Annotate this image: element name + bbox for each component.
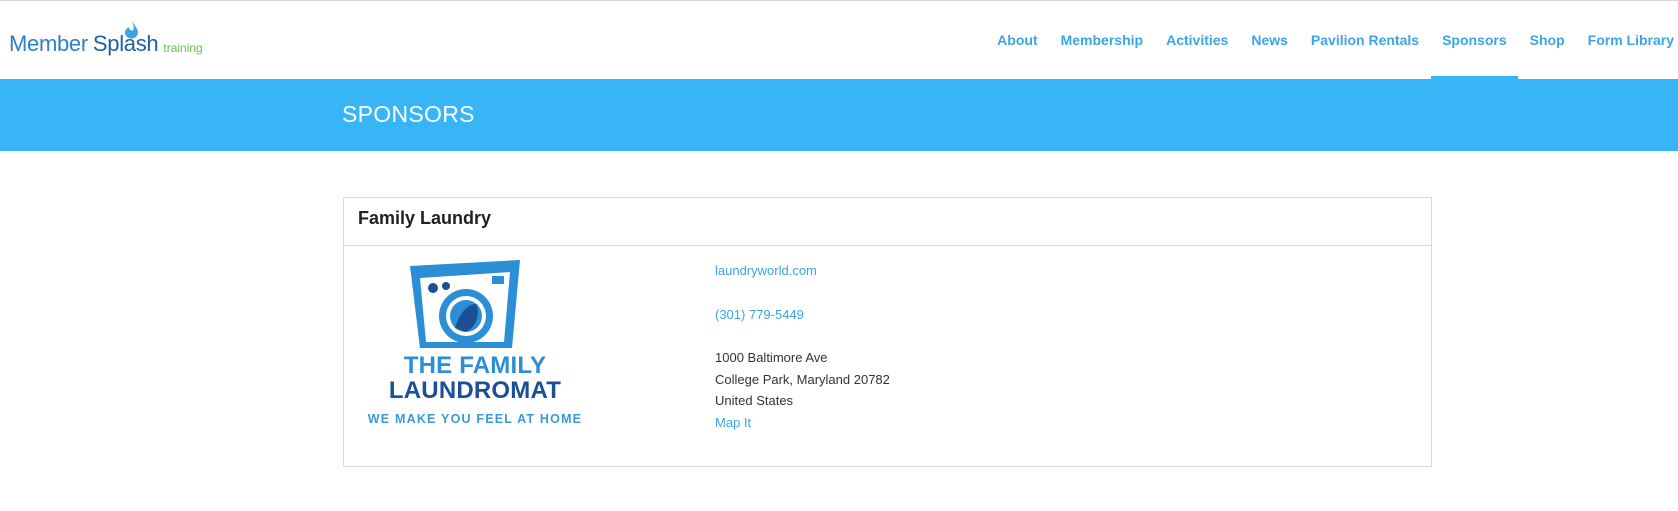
site-header: Member Splash training About Membership …	[0, 1, 1678, 79]
nav-about[interactable]: About	[986, 1, 1049, 79]
sponsor-address-city: College Park, Maryland 20782	[715, 371, 890, 387]
sponsor-website-link[interactable]: laundryworld.com	[715, 260, 890, 282]
sponsor-logo-tagline: WE MAKE YOU FEEL AT HOME	[367, 412, 583, 426]
sponsor-logo-line1: THE FAMILY	[403, 352, 547, 379]
nav-activities[interactable]: Activities	[1155, 1, 1240, 79]
sponsor-phone-link[interactable]: (301) 779-5449	[715, 304, 890, 326]
sponsor-info: laundryworld.com (301) 779-5449 1000 Bal…	[715, 260, 890, 433]
water-drop-icon	[124, 21, 138, 39]
main-nav: About Membership Activities News Pavilio…	[986, 1, 1678, 79]
logo-splash-text: Splash	[93, 21, 159, 55]
map-it-link[interactable]: Map It	[715, 412, 890, 434]
sponsor-card: Family Laundry THE FAMILY LAUNDROMAT WE …	[343, 197, 1432, 467]
washing-machine-icon	[410, 260, 520, 348]
sponsor-name: Family Laundry	[358, 208, 492, 228]
nav-news[interactable]: News	[1240, 1, 1300, 79]
member-splash-logo[interactable]: Member Splash training	[9, 11, 203, 55]
sponsor-logo-line2: LAUNDROMAT	[388, 377, 562, 404]
page-banner: SPONSORS	[0, 79, 1678, 151]
nav-form-library[interactable]: Form Library	[1576, 1, 1678, 79]
sponsor-address-country: United States	[715, 393, 794, 408]
page-title: SPONSORS	[342, 101, 475, 127]
logo-training-text: training	[163, 41, 203, 55]
nav-membership[interactable]: Membership	[1049, 1, 1154, 79]
sponsor-logo: THE FAMILY LAUNDROMAT WE MAKE YOU FEEL A…	[362, 260, 588, 438]
sponsor-card-header: Family Laundry	[344, 198, 1431, 246]
nav-pavilion-rentals[interactable]: Pavilion Rentals	[1299, 1, 1430, 79]
nav-shop[interactable]: Shop	[1518, 1, 1576, 79]
nav-sponsors[interactable]: Sponsors	[1430, 1, 1519, 79]
logo-member-text: Member	[9, 31, 88, 56]
sponsor-address-street: 1000 Baltimore Ave	[715, 350, 828, 365]
